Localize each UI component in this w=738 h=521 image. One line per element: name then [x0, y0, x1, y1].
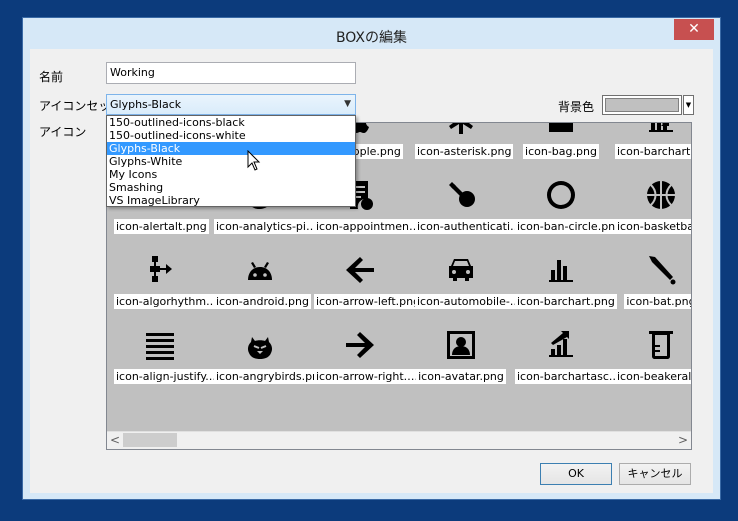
icon-filename: icon-algorhythm.… [114, 294, 223, 309]
title-bar[interactable]: BOXの編集 ✕ [23, 18, 720, 49]
color-swatch-fill [605, 98, 679, 112]
icon-grid-item[interactable]: icon-basketball.p [612, 173, 691, 245]
iconset-combo-value: Glyphs-Black [110, 98, 182, 111]
icon-grid-item[interactable]: icon-align-justify.… [111, 323, 222, 395]
bat-icon [612, 248, 691, 292]
icon-filename: icon-bat.png [624, 294, 691, 309]
name-label: 名前 [39, 70, 64, 84]
icon-grid-item[interactable]: icon-beakeralt.p [612, 323, 691, 395]
arrow-right-icon [311, 323, 409, 367]
icon-filename: icon-arrow-right.… [314, 369, 421, 384]
icon-grid-item[interactable]: icon-angrybirds.png [211, 323, 329, 395]
icon-filename: icon-arrow-left.png [314, 294, 423, 309]
color-swatch[interactable] [602, 95, 682, 115]
android-icon [211, 248, 309, 292]
barchart-desc-icon [612, 123, 691, 142]
bgcolor-label: 背景色 [558, 100, 595, 114]
dropdown-option[interactable]: VS ImageLibrary [107, 194, 355, 207]
dropdown-option[interactable]: 150-outlined-icons-black [107, 116, 355, 129]
icon-filename: icon-alertalt.png [114, 219, 209, 234]
icon-filename: icon-automobile-… [415, 294, 523, 309]
dropdown-option[interactable]: Glyphs-Black [107, 142, 355, 155]
avatar-icon [412, 323, 510, 367]
mouse-cursor-icon [247, 150, 261, 171]
dropdown-option[interactable]: My Icons [107, 168, 355, 181]
icon-filename: icon-ban-circle.png [515, 219, 625, 234]
barchart-asc-icon [512, 323, 610, 367]
basketball-icon [612, 173, 691, 217]
icon-filename: icon-authenticati… [415, 219, 524, 234]
beaker-icon [612, 323, 691, 367]
color-dropdown-arrow-icon[interactable]: ▼ [683, 95, 694, 115]
icon-filename: icon-bag.png [523, 144, 599, 159]
icon-grid-item[interactable]: icon-android.png [211, 248, 311, 320]
asterisk-icon [412, 123, 510, 142]
scroll-right-icon[interactable]: > [675, 433, 691, 448]
dialog-window: BOXの編集 ✕ 名前 Working アイコンセット Glyphs-Black… [22, 17, 721, 500]
icon-filename: icon-avatar.png [416, 369, 506, 384]
icon-grid-item[interactable]: icon-algorhythm.… [111, 248, 223, 320]
iconset-combo[interactable]: Glyphs-Black ▼ [106, 94, 356, 115]
icon-grid-item[interactable]: icon-bag.png [512, 123, 610, 170]
iconset-dropdown-list[interactable]: 150-outlined-icons-black 150-outlined-ico… [106, 115, 356, 207]
close-button[interactable]: ✕ [674, 19, 714, 40]
icon-grid-item[interactable]: icon-ban-circle.png [512, 173, 625, 245]
icon-grid-item[interactable]: icon-arrow-left.png [311, 248, 423, 320]
icon-filename: icon-beakeralt.p [615, 369, 691, 384]
icon-filename: icon-android.png [214, 294, 311, 309]
dialog-client: 名前 Working アイコンセット Glyphs-Black ▼ 背景色 ▼ … [30, 49, 713, 493]
icon-grid-item[interactable]: icon-arrow-right.… [311, 323, 421, 395]
icon-grid-item[interactable]: icon-barchart.png [512, 248, 617, 320]
icon-filename: icon-barchartdes [615, 144, 691, 159]
icon-filename: icon-barchart.png [515, 294, 617, 309]
key-icon [412, 173, 510, 217]
algorithm-icon [111, 248, 209, 292]
icon-grid-item[interactable]: icon-barchartasc.… [512, 323, 626, 395]
dropdown-option[interactable]: 150-outlined-icons-white [107, 129, 355, 142]
horizontal-scrollbar[interactable]: < > [107, 431, 691, 449]
icon-filename: icon-appointmen… [314, 219, 423, 234]
angry-bird-icon [211, 323, 309, 367]
arrow-left-icon [311, 248, 409, 292]
icon-grid-item[interactable]: icon-barchartdes [612, 123, 691, 170]
ban-circle-icon [512, 173, 610, 217]
cancel-button[interactable]: キャンセル [619, 463, 691, 485]
align-justify-icon [111, 323, 209, 367]
icon-filename: icon-basketball.p [615, 219, 691, 234]
icon-grid-item[interactable]: icon-avatar.png [412, 323, 510, 395]
dropdown-option[interactable]: Glyphs-White [107, 155, 355, 168]
icon-grid-item[interactable]: icon-automobile-… [412, 248, 523, 320]
icon-filename: icon-asterisk.png [415, 144, 514, 159]
icon-grid-item[interactable]: icon-authenticati… [412, 173, 524, 245]
name-field[interactable]: Working [106, 62, 356, 84]
chevron-down-icon: ▼ [344, 99, 351, 109]
icon-filename: icon-align-justify.… [114, 369, 222, 384]
icon-filename: icon-analytics-pi… [214, 219, 319, 234]
icon-grid-item[interactable]: icon-bat.png [612, 248, 691, 320]
icon-label: アイコン [39, 125, 87, 139]
icon-grid-item[interactable]: icon-asterisk.png [412, 123, 514, 170]
bag-icon [512, 123, 610, 142]
dialog-title: BOXの編集 [335, 30, 408, 46]
barchart-icon [512, 248, 610, 292]
dropdown-option[interactable]: Smashing [107, 181, 355, 194]
icon-filename: icon-barchartasc.… [515, 369, 626, 384]
car-icon [412, 248, 510, 292]
scrollbar-thumb[interactable] [123, 433, 177, 447]
scroll-left-icon[interactable]: < [107, 433, 123, 448]
ok-button[interactable]: OK [540, 463, 612, 485]
